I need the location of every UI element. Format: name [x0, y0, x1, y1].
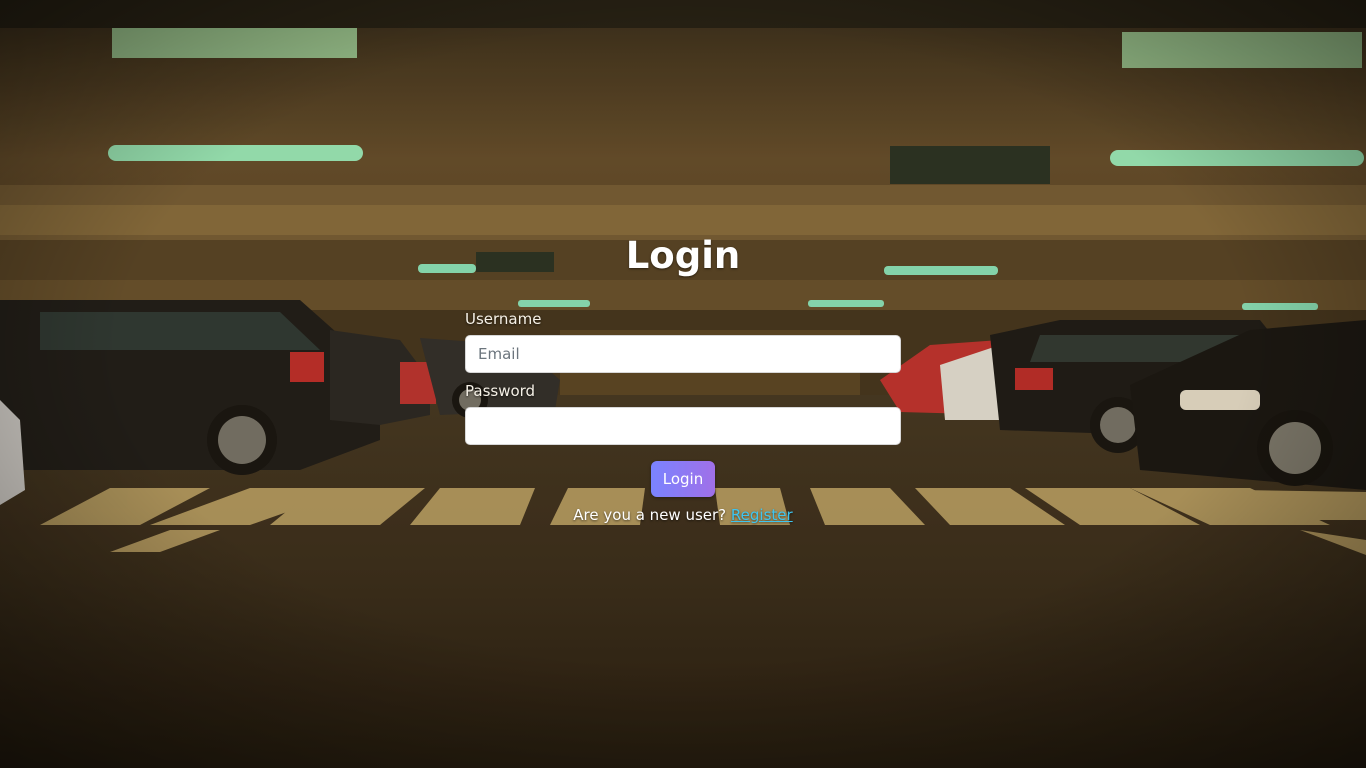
password-input[interactable] [465, 407, 901, 445]
register-prompt: Are you a new user? Register [465, 505, 901, 525]
register-prompt-text: Are you a new user? [573, 506, 727, 524]
username-label: Username [465, 310, 542, 328]
page-title: Login [625, 234, 741, 277]
password-label: Password [465, 382, 536, 400]
username-input[interactable] [465, 335, 901, 373]
login-button[interactable]: Login [651, 461, 715, 497]
register-link[interactable]: Register [731, 506, 793, 524]
login-form: Login Username Password Login Are you a … [465, 232, 901, 525]
submit-row: Login [465, 461, 901, 497]
